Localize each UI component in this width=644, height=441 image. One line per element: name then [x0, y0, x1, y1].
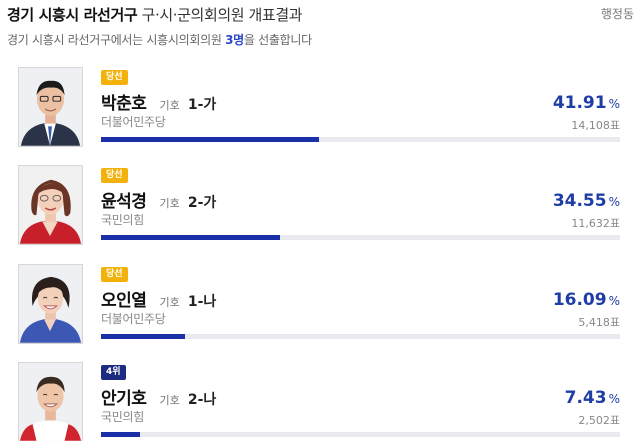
candidate-party: 더불어민주당: [101, 312, 166, 326]
vote-rate-bar: [101, 432, 620, 437]
page-title-district: 경기 시흥시 라선거구: [7, 6, 138, 24]
candidate-party: 국민의힘: [101, 213, 144, 227]
candidate-photo: [18, 67, 83, 147]
vote-rate-value: 34.55: [552, 191, 607, 211]
candidate-name: 박춘호: [101, 94, 147, 114]
vote-rate-bar-fill: [101, 334, 185, 339]
candidate-party: 국민의힘: [101, 410, 144, 424]
candidate-card[interactable]: 당선 오인열 기호 1-나 더불어민주당 16.09% 5,418표: [0, 264, 644, 354]
vote-rate-bar-fill: [101, 137, 319, 142]
vote-rate-bar: [101, 235, 620, 240]
vote-rate-value: 41.91: [552, 93, 607, 113]
vote-rate-value: 16.09: [552, 290, 607, 310]
description-suffix: 을 선출합니다: [243, 33, 312, 47]
candidate-name: 윤석경: [101, 192, 147, 212]
candidate-number-label: 기호: [159, 99, 180, 112]
vote-rate: 7.43%: [565, 388, 620, 408]
candidate-number: 2-가: [187, 195, 217, 211]
candidate-number: 1-나: [187, 294, 217, 310]
vote-rate: 41.91%: [553, 93, 620, 113]
candidate-number: 2-나: [187, 392, 217, 408]
elected-badge: 당선: [101, 168, 128, 183]
vote-rate-unit: %: [608, 195, 620, 209]
vote-rate-bar: [101, 334, 620, 339]
vote-rate-bar: [101, 137, 620, 142]
candidate-name: 안기호: [101, 389, 147, 409]
vote-rate: 34.55%: [553, 191, 620, 211]
vote-rate-unit: %: [608, 392, 620, 406]
result-header: 경기 시흥시 라선거구 구·시·군의회의원 개표결과 행정동: [7, 4, 634, 26]
candidate-name-line: 안기호 기호 2-나: [101, 384, 216, 409]
page-title-type: 구·시·군의회의원 개표결과: [141, 6, 303, 24]
candidate-name-line: 윤석경 기호 2-가: [101, 187, 216, 212]
candidate-number-label: 기호: [159, 394, 180, 407]
candidate-name: 오인열: [101, 291, 147, 311]
candidate-number-label: 기호: [159, 197, 180, 210]
candidate-card[interactable]: 당선 박춘호 기호 1-가 더불어민주당 41.91% 14,108표: [0, 67, 644, 157]
rank-badge: 4위: [101, 365, 126, 380]
election-description: 경기 시흥시 라선거구에서는 시흥시의회의원 3명을 선출합니다: [7, 31, 312, 48]
vote-count: 2,502표: [578, 414, 620, 427]
vote-rate-value: 7.43: [564, 388, 607, 408]
vote-count: 5,418표: [578, 316, 620, 329]
vote-rate: 16.09%: [553, 290, 620, 310]
vote-count: 14,108표: [571, 119, 620, 132]
vote-count: 11,632표: [571, 217, 620, 230]
elected-badge: 당선: [101, 267, 128, 282]
candidate-name-line: 오인열 기호 1-나: [101, 286, 216, 311]
vote-rate-unit: %: [608, 294, 620, 308]
page-title: 경기 시흥시 라선거구 구·시·군의회의원 개표결과: [7, 4, 303, 25]
candidate-card[interactable]: 4위 안기호 기호 2-나 국민의힘 7.43% 2,502표: [0, 362, 644, 441]
candidate-name-line: 박춘호 기호 1-가: [101, 89, 216, 114]
vote-rate-bar-fill: [101, 432, 140, 437]
district-view-link[interactable]: 행정동: [601, 5, 634, 22]
seat-count: 3명: [225, 33, 244, 47]
candidate-card[interactable]: 당선 윤석경 기호 2-가 국민의힘 34.55% 11,632표: [0, 165, 644, 255]
candidate-photo: [18, 264, 83, 344]
vote-rate-unit: %: [608, 97, 620, 111]
candidate-number: 1-가: [187, 97, 217, 113]
candidate-number-label: 기호: [159, 296, 180, 309]
vote-rate-bar-fill: [101, 235, 281, 240]
candidate-photo: [18, 362, 83, 441]
candidate-photo: [18, 165, 83, 245]
candidate-party: 더불어민주당: [101, 115, 166, 129]
elected-badge: 당선: [101, 70, 128, 85]
description-prefix: 경기 시흥시 라선거구에서는 시흥시의회의원: [7, 33, 222, 47]
